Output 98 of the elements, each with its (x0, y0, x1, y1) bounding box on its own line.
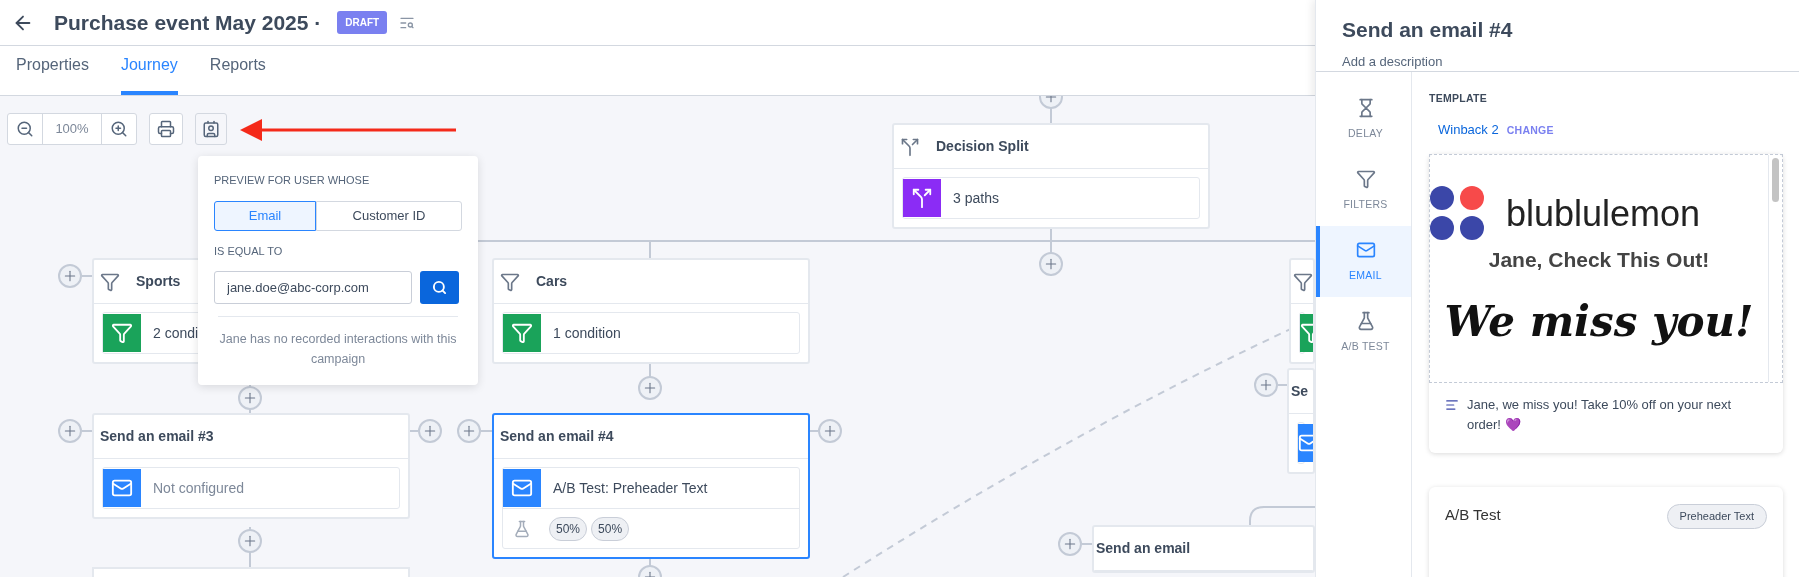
funnel-icon (103, 314, 141, 352)
segment-option[interactable]: Email (214, 200, 316, 231)
node-title: Send an email #3 (100, 427, 214, 446)
search-icon (432, 280, 447, 295)
side-tab[interactable]: EMAIL (1316, 226, 1411, 297)
funnel-icon (500, 271, 520, 292)
add-step-button[interactable] (58, 264, 82, 288)
plus-icon (461, 423, 477, 439)
panel-title: Send an email #4 (1342, 17, 1514, 43)
add-step-button[interactable] (457, 419, 481, 443)
add-step-button[interactable] (58, 419, 82, 443)
add-step-button[interactable] (1058, 532, 1082, 556)
split-icon (900, 136, 920, 157)
plus-icon (422, 423, 438, 439)
description-link[interactable]: Add a description (1342, 51, 1773, 71)
plus-icon (242, 390, 258, 406)
tab[interactable]: Reports (209, 53, 266, 95)
plus-icon (1062, 536, 1078, 552)
add-step-button[interactable] (1254, 373, 1278, 397)
envelope-icon (103, 469, 141, 507)
email-script-text: We miss you! (1444, 295, 1754, 348)
node-title: Send an email #4 (500, 427, 614, 446)
plus-icon (62, 423, 78, 439)
preheader-text: Jane, we miss you! Take 10% off on your next order! 💜 (1467, 396, 1732, 435)
email-headline: Jane, Check This Out! (1488, 247, 1710, 274)
journey-node[interactable] (1289, 258, 1315, 364)
node-title: Decision Split (936, 137, 1029, 156)
connector-line (809, 430, 819, 432)
connector-line (1249, 506, 1315, 526)
zoom-level: 100% (42, 114, 102, 144)
section-label: IS EQUAL TO (214, 243, 284, 259)
node-title: Sports (136, 272, 181, 291)
zoom-in-icon (110, 120, 128, 138)
side-tab[interactable]: DELAY (1316, 84, 1411, 155)
node-title: Cars (536, 272, 568, 291)
variant-pill: 50% (549, 516, 588, 541)
add-step-button[interactable] (238, 386, 262, 410)
status-badge: DRAFT (337, 11, 388, 34)
contact-card-icon (202, 120, 220, 138)
text-lines-icon (1445, 398, 1459, 413)
plus-icon (822, 423, 838, 439)
side-tab[interactable]: A/B TEST (1316, 297, 1411, 368)
value-input[interactable]: jane.doe@abc-corp.com (214, 271, 412, 304)
node-detail: 2 condi (153, 323, 199, 343)
connector-line (81, 430, 93, 432)
section-label: PREVIEW FOR USER WHOSE (214, 173, 371, 188)
connector-line (1081, 543, 1093, 545)
connector-line (480, 430, 493, 432)
journey-node[interactable]: Cars 1 condition (492, 258, 810, 364)
template-name[interactable]: Winback 2 (1438, 119, 1499, 140)
variant-pill: 50% (591, 516, 630, 541)
empty-message: Jane has no recorded interactions with this campaign (218, 331, 458, 368)
tab[interactable]: Properties (16, 53, 89, 95)
journey-node[interactable]: Decision Split 3 paths (892, 123, 1210, 229)
plus-icon (1043, 256, 1059, 272)
journey-node[interactable]: Send an email #4 A/B Test: Preheader Text 50% 50% (492, 413, 810, 559)
journey-node[interactable]: Send an email #3 Not configured (92, 413, 410, 519)
split-icon (903, 179, 941, 217)
node-detail: 3 paths (953, 188, 999, 208)
connector-line (1277, 384, 1288, 386)
node-detail: Not configured (153, 478, 245, 498)
test-tag: Preheader Text (1666, 504, 1767, 529)
flask-icon (513, 519, 531, 538)
user-preview-button[interactable] (195, 113, 227, 145)
node-detail: 1 condition (553, 323, 621, 343)
logo-icon (1430, 186, 1486, 243)
node-detail: A/B Test: Preheader Text (553, 478, 708, 498)
segment-option[interactable]: Customer ID (316, 200, 462, 231)
plus-icon (642, 380, 658, 396)
add-step-button[interactable] (1039, 252, 1063, 276)
print-button[interactable] (149, 113, 183, 145)
card-title: A/B Test (1445, 505, 1501, 526)
change-link[interactable]: CHANGE (1506, 122, 1554, 139)
funnel-icon (1293, 271, 1313, 292)
envelope-icon (503, 469, 541, 507)
journey-node[interactable]: Se (1287, 368, 1315, 474)
brand-name: blublulemon (1506, 196, 1701, 233)
add-step-button[interactable] (818, 419, 842, 443)
plus-icon (62, 268, 78, 284)
add-step-button[interactable] (638, 376, 662, 400)
funnel-icon (100, 271, 120, 292)
connector-line (81, 275, 93, 277)
funnel-icon (1355, 168, 1376, 189)
side-tab[interactable]: FILTERS (1316, 155, 1411, 226)
connector-line (409, 430, 419, 432)
funnel-icon (503, 314, 541, 352)
add-step-button[interactable] (238, 529, 262, 553)
node-title: Se (1291, 382, 1309, 401)
zoom-out-icon (16, 120, 34, 138)
node-title: Send an email (1096, 539, 1191, 558)
journey-node[interactable]: Send an email (1092, 525, 1315, 573)
printer-icon (157, 120, 175, 138)
section-label: TEMPLATE (1429, 91, 1488, 106)
add-step-button[interactable] (418, 419, 442, 443)
journey-title: Purchase event May 2025 · (54, 9, 322, 36)
plus-icon (242, 533, 258, 549)
plus-icon (1258, 377, 1274, 393)
search-button[interactable] (420, 271, 459, 304)
